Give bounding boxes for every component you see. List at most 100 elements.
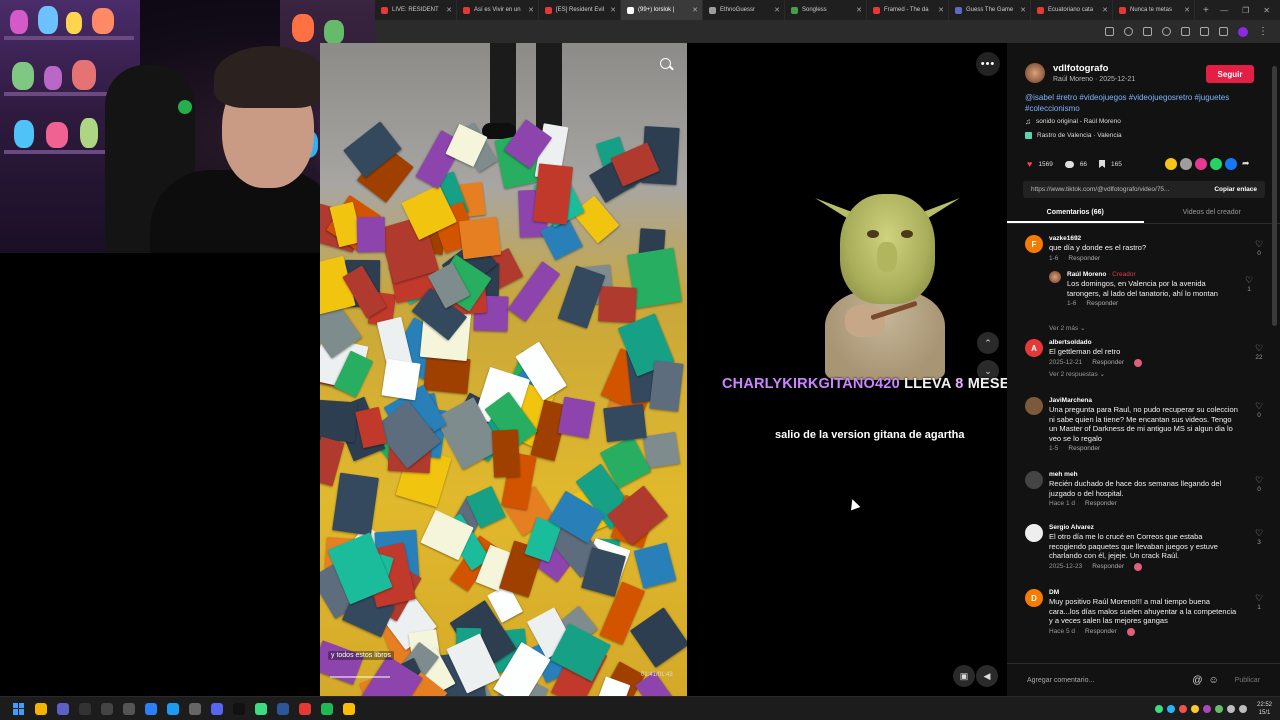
reply-username[interactable]: Raúl Moreno <box>1067 271 1106 278</box>
windows-start-icon[interactable] <box>13 702 25 715</box>
tray-icon-1[interactable] <box>1154 704 1163 713</box>
minimize-button[interactable]: — <box>1220 6 1228 15</box>
browser-tab[interactable]: Guess The Game ✕ <box>949 0 1031 20</box>
close-tab-icon[interactable]: ✕ <box>774 6 780 14</box>
tray-icon-2[interactable] <box>1166 704 1175 713</box>
tray-icon-3[interactable] <box>1178 704 1187 713</box>
close-tab-icon[interactable]: ✕ <box>528 6 534 14</box>
close-tab-icon[interactable]: ✕ <box>446 6 452 14</box>
system-clock[interactable]: 22:52 15/1 <box>1257 701 1272 717</box>
copy-link-button[interactable]: Copiar enlace <box>1214 186 1257 193</box>
previous-video-button[interactable]: ⌃ <box>977 332 999 354</box>
publish-button[interactable]: Publicar <box>1235 677 1260 684</box>
wifi-icon[interactable] <box>1226 704 1235 713</box>
speaker-icon[interactable] <box>1238 704 1247 713</box>
spotify-icon[interactable] <box>321 702 333 715</box>
reply-button[interactable]: Responder <box>1092 563 1124 570</box>
shield-icon[interactable] <box>1162 27 1171 36</box>
browser-tab[interactable]: Así es Vivir en un ✕ <box>457 0 539 20</box>
save-stat[interactable]: 165 <box>1099 160 1122 168</box>
view-more-replies[interactable]: Ver 2 más ⌄ <box>1049 324 1086 332</box>
comment-username[interactable]: albertsoldado <box>1049 339 1239 346</box>
browser-tab[interactable]: LIVE: RESIDENT ✕ <box>375 0 457 20</box>
video-search-icon[interactable] <box>660 58 671 69</box>
tray-icon-4[interactable] <box>1190 704 1199 713</box>
close-tab-icon[interactable]: ✕ <box>1184 6 1190 14</box>
view-replies[interactable]: Ver 2 respuestas ⌄ <box>1049 370 1239 378</box>
app-icon-2[interactable] <box>79 702 91 715</box>
app-icon-7[interactable] <box>189 702 201 715</box>
puzzle-icon[interactable] <box>1181 27 1190 36</box>
comment-like[interactable]: ♡ 3 <box>1253 528 1265 546</box>
commenter-avatar[interactable]: F <box>1025 235 1043 253</box>
tray-icon-6[interactable] <box>1214 704 1223 713</box>
location-row[interactable]: Rastro de Valencia · Valencia <box>1025 132 1122 139</box>
browser-tab[interactable]: (99+) lorslok | ✕ <box>621 0 703 20</box>
app-icon-3[interactable] <box>101 702 113 715</box>
whatsapp-icon[interactable] <box>1210 158 1222 170</box>
new-tab-button[interactable]: + <box>1195 5 1217 16</box>
comment-username[interactable]: Sergio Alvarez <box>1049 524 1239 531</box>
cast-icon[interactable] <box>1105 27 1114 36</box>
comment-username[interactable]: meh meh <box>1049 471 1239 478</box>
reply-button[interactable]: Responder <box>1068 445 1100 452</box>
close-tab-icon[interactable]: ✕ <box>610 6 616 14</box>
tab-comments[interactable]: Comentarios (66) <box>1007 206 1144 223</box>
reply-button[interactable]: Responder <box>1086 300 1118 307</box>
comment-username[interactable]: DM <box>1049 589 1239 596</box>
app-icon-10[interactable] <box>277 702 289 715</box>
chrome-icon[interactable] <box>343 702 355 715</box>
comment-input[interactable]: Agregar comentario... <box>1027 677 1094 684</box>
follow-button[interactable]: Seguir <box>1206 65 1254 83</box>
share-coin-icon[interactable] <box>1165 158 1177 170</box>
reply-button[interactable]: Responder <box>1092 359 1124 366</box>
facebook-icon[interactable] <box>1225 158 1237 170</box>
comment-like[interactable]: ♡ 0 <box>1253 239 1265 257</box>
comment-like[interactable]: ♡ 0 <box>1253 475 1265 493</box>
close-window-button[interactable]: ✕ <box>1263 6 1270 15</box>
browser-tab[interactable]: [ES] Resident Evil ✕ <box>539 0 621 20</box>
close-tab-icon[interactable]: ✕ <box>692 6 698 14</box>
commenter-avatar[interactable] <box>1025 471 1043 489</box>
like-stat[interactable]: ♥ 1569 <box>1027 159 1053 169</box>
comment-like[interactable]: ♡ 22 <box>1253 343 1265 361</box>
comment-stat[interactable]: 66 <box>1064 160 1087 168</box>
emoji-icon[interactable]: ☺ <box>1208 675 1218 686</box>
author-avatar[interactable] <box>1025 63 1045 83</box>
sidebar-icon[interactable] <box>1219 27 1228 36</box>
reply-button[interactable]: Responder <box>1068 255 1100 262</box>
author-username[interactable]: vdlfotografo <box>1053 63 1135 74</box>
close-tab-icon[interactable]: ✕ <box>1102 6 1108 14</box>
more-options-button[interactable]: ••• <box>976 52 1000 76</box>
browser-tab[interactable]: Framed - The da ✕ <box>867 0 949 20</box>
app-icon-4[interactable] <box>123 702 135 715</box>
reply-like[interactable]: ♡ 1 <box>1243 275 1255 293</box>
browser-tab[interactable]: Ecuatoriano cata ✕ <box>1031 0 1113 20</box>
comment-username[interactable]: vazke1692 <box>1049 235 1239 242</box>
share-arrow-icon[interactable]: ➦ <box>1242 158 1250 170</box>
star-icon[interactable] <box>1124 27 1133 36</box>
app-icon-5[interactable] <box>145 702 157 715</box>
close-tab-icon[interactable]: ✕ <box>1020 6 1026 14</box>
commenter-avatar[interactable] <box>1025 524 1043 542</box>
app-icon-9[interactable] <box>255 702 267 715</box>
commenter-avatar[interactable] <box>1025 397 1043 415</box>
mention-icon[interactable]: @ <box>1192 675 1202 686</box>
browser-tab[interactable]: Songless ✕ <box>785 0 867 20</box>
discord-icon[interactable] <box>211 702 223 715</box>
commenter-avatar[interactable]: A <box>1025 339 1043 357</box>
pip-icon[interactable]: ▣ <box>953 665 975 687</box>
search-icon[interactable] <box>35 702 47 715</box>
extension-icon[interactable] <box>1143 27 1152 36</box>
page-scrollbar[interactable] <box>1272 66 1277 326</box>
tab-creator-videos[interactable]: Videos del creador <box>1144 206 1280 223</box>
reply-button[interactable]: Responder <box>1085 628 1117 635</box>
commenter-avatar[interactable]: D <box>1025 589 1043 607</box>
post-description[interactable]: @isabel #retro #videojuegos #videojuegos… <box>1025 92 1257 114</box>
profile-avatar-icon[interactable] <box>1238 26 1248 37</box>
volume-icon[interactable]: ◀ <box>976 665 998 687</box>
bookmark-icon[interactable] <box>1200 27 1209 36</box>
comment-username[interactable]: JaviMarchena <box>1049 397 1239 404</box>
maximize-button[interactable]: ❐ <box>1242 6 1249 15</box>
close-tab-icon[interactable]: ✕ <box>856 6 862 14</box>
